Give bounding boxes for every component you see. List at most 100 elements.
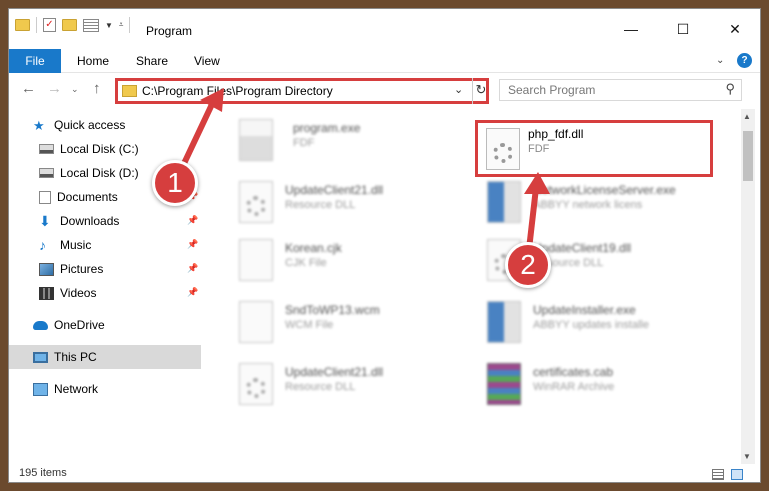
tab-home[interactable]: Home [77,49,109,73]
status-bar: 195 items [9,464,760,482]
sidebar-item-downloads[interactable]: ⬇ Downloads [39,210,119,232]
drive-icon [39,144,54,154]
dll-gear-icon [239,181,273,223]
scroll-thumb[interactable] [743,131,753,181]
music-icon: ♪ [39,236,46,253]
file-type: ABBYY network licens [533,199,643,211]
tab-file[interactable]: File [9,49,61,73]
sidebar-item-videos[interactable]: Videos [39,282,96,304]
vertical-scrollbar[interactable]: ▲ ▼ [741,109,755,464]
search-input[interactable]: Search Program ⚲ [499,79,742,101]
properties-check-icon[interactable]: ✓ [43,18,56,32]
list-item[interactable]: UpdateInstaller.exe ABBYY updates instal… [487,299,727,349]
chevron-down-icon[interactable]: ⌄ [454,83,463,96]
pin-icon[interactable]: 📌 [187,263,198,274]
address-row: ← → ⌄ ↑ C:\Program Files\Program Directo… [9,74,760,104]
sidebar-item-documents[interactable]: Documents [39,186,118,208]
folder-icon [122,85,137,97]
item-count: 195 items [19,467,67,479]
list-item[interactable]: UpdateClient21.dll Resource DLL [239,361,479,411]
file-name: UpdateClient21.dll [285,365,384,379]
file-name: php_fdf.dll [528,127,584,141]
chevron-down-icon[interactable]: ▼ [105,21,113,30]
title-bar: ✓ ▼ ⩡ Program — ☐ ✕ [9,9,760,41]
sidebar-item-label: Videos [60,286,97,300]
separator [36,17,37,33]
refresh-icon[interactable]: ↻ [472,78,489,104]
close-button[interactable]: ✕ [713,21,757,38]
pin-icon[interactable]: 📌 [187,239,198,250]
quick-access-toolbar: ✓ ▼ ⩡ [15,17,131,33]
list-item[interactable]: UpdateClient21.dll Resource DLL [239,179,479,229]
file-type: Resource DLL [285,199,356,211]
scroll-up-icon[interactable]: ▲ [743,112,751,121]
file-type: WCM File [285,319,334,331]
step-badge-1: 1 [152,160,198,206]
archive-icon [487,363,521,405]
details-view-icon[interactable] [712,469,724,480]
tab-view[interactable]: View [194,49,220,73]
documents-icon [39,190,51,204]
file-type: ABBYY updates installe [533,319,649,331]
pictures-icon [39,262,54,276]
expand-ribbon-icon[interactable]: ⌄ [716,55,724,66]
dll-gear-icon [486,128,520,170]
address-bar[interactable]: C:\Program Files\Program Directory ⌄ ↻ [115,78,489,104]
sidebar-item-label: Network [54,382,99,396]
pin-icon[interactable]: 📌 [187,215,198,226]
sidebar-item-label: Music [60,238,92,252]
sidebar-item-pictures[interactable]: Pictures [39,258,103,280]
pin-icon[interactable]: 📌 [187,287,198,298]
sidebar-item-label: Downloads [60,214,120,228]
drive-icon [39,168,54,178]
customize-qat-icon[interactable]: ⩡ [119,20,124,30]
sidebar-item-network[interactable]: Network [33,378,98,400]
file-name: UpdateClient21.dll [285,183,384,197]
list-item[interactable]: Korean.cjk CJK File [239,237,479,287]
file-type: WinRAR Archive [533,381,615,393]
file-list: program.exe FDF php_fdf.dll FDF UpdateCl… [209,109,741,464]
pc-icon [33,351,48,363]
network-icon [33,382,48,396]
star-icon: ★ [33,117,45,133]
file-name: UpdateInstaller.exe [533,303,636,317]
help-icon[interactable]: ? [737,53,752,68]
sidebar-item-this-pc[interactable]: This PC [33,346,97,368]
file-type: FDF [293,137,315,149]
download-icon: ⬇ [39,212,51,229]
videos-icon [39,286,54,300]
recent-chevron-icon[interactable]: ⌄ [71,84,79,95]
sidebar-item-music[interactable]: ♪ Music [39,234,91,256]
file-name: Korean.cjk [285,241,342,255]
list-item[interactable]: program.exe FDF [239,117,479,167]
large-icons-view-icon[interactable] [731,469,743,480]
highlighted-file[interactable]: php_fdf.dll FDF [475,120,713,177]
sidebar-item-label: Quick access [54,118,126,132]
file-icon [239,301,273,343]
file-type: CJK File [285,257,327,269]
file-type: Resource DLL [285,381,356,393]
sidebar-item-label: This PC [54,350,97,364]
properties-icon[interactable] [83,18,99,32]
back-arrow-icon[interactable]: ← [21,80,36,97]
sidebar-item-onedrive[interactable]: OneDrive [33,314,105,336]
sidebar-item-local-disk-c[interactable]: Local Disk (C:) [39,138,139,160]
up-arrow-icon[interactable]: ↑ [93,80,101,97]
minimize-button[interactable]: — [609,21,653,37]
tab-share[interactable]: Share [136,49,168,73]
sidebar-item-label: Local Disk (C:) [60,142,139,156]
sidebar-item-quick-access[interactable]: ★ Quick access [33,114,125,136]
sidebar-item-label: OneDrive [54,318,105,332]
folder-icon[interactable] [15,19,30,31]
list-item[interactable]: certificates.cab WinRAR Archive [487,361,727,411]
new-folder-icon[interactable] [62,19,77,31]
list-item[interactable]: SndToWP13.wcm WCM File [239,299,479,349]
search-icon[interactable]: ⚲ [725,81,735,97]
sidebar-item-label: Local Disk (D:) [60,166,139,180]
list-item[interactable]: NetworkLicenseServer.exe ABBYY network l… [487,179,727,229]
scroll-down-icon[interactable]: ▼ [743,452,751,461]
forward-arrow-icon[interactable]: → [47,80,62,97]
sidebar-item-label: Pictures [60,262,104,276]
maximize-button[interactable]: ☐ [661,21,705,38]
sidebar-item-local-disk-d[interactable]: Local Disk (D:) [39,162,139,184]
